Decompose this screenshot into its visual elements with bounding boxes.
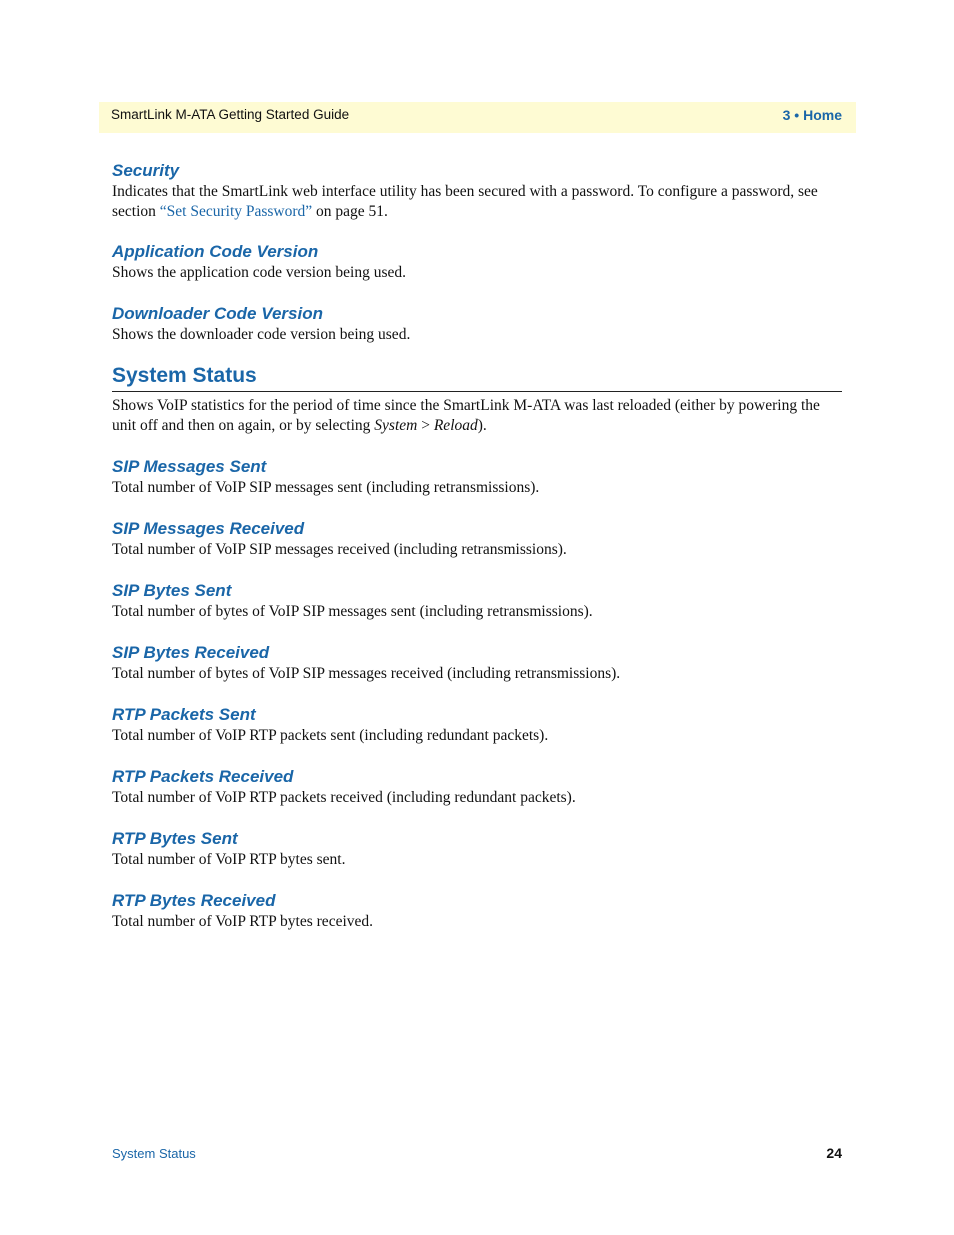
item-description: Total number of VoIP RTP bytes sent. (112, 851, 346, 868)
menu-reload: Reload (433, 417, 478, 434)
item-heading: RTP Bytes Sent (112, 829, 238, 848)
item-heading: SIP Bytes Sent (112, 581, 232, 600)
footer-section-name[interactable]: System Status (112, 1146, 196, 1161)
list-item: RTP Packets Received Total number of VoIP… (112, 766, 842, 808)
heading-rule (112, 391, 842, 392)
intro-text-after: ). (477, 417, 487, 434)
item-heading: SIP Bytes Received (112, 643, 270, 662)
statistics-list: SIP Messages Sent Total number of VoIP SI… (112, 456, 842, 932)
set-security-password-link[interactable]: “Set Security Password” (160, 203, 312, 220)
item-heading: SIP Messages Received (112, 519, 305, 538)
document-title: SmartLink M-ATA Getting Started Guide (111, 107, 350, 122)
list-item: RTP Bytes Sent Total number of VoIP RTP b… (112, 828, 842, 870)
list-item: RTP Packets Sent Total number of VoIP RTP… (112, 704, 842, 746)
security-description: Indicates that the SmartLink web interfa… (112, 182, 842, 222)
item-heading: SIP Messages Sent (112, 457, 267, 476)
item-description: Total number of VoIP SIP messages sent (… (112, 479, 540, 496)
item-description: Total number of bytes of VoIP SIP messag… (112, 665, 621, 682)
downloader-description: Shows the downloader code version being … (112, 326, 411, 343)
item-description: Total number of VoIP RTP packets receive… (112, 789, 576, 806)
heading-application-code-version: Application Code Version (112, 242, 319, 261)
heading-security: Security (112, 161, 180, 180)
system-status-intro: Shows VoIP statistics for the period of … (112, 396, 842, 436)
page-number: 24 (826, 1145, 842, 1161)
list-item: SIP Messages Received Total number of VoI… (112, 518, 842, 560)
list-item: SIP Bytes Sent Total number of bytes of V… (112, 580, 842, 622)
page-content: Security Indicates that the SmartLink we… (112, 160, 842, 932)
security-text-after: on page 51. (312, 203, 388, 220)
item-heading: RTP Packets Sent (112, 705, 256, 724)
list-item: SIP Bytes Received Total number of bytes … (112, 642, 842, 684)
item-description: Total number of VoIP RTP bytes received. (112, 913, 374, 930)
item-description: Total number of bytes of VoIP SIP messag… (112, 603, 593, 620)
menu-separator: > (417, 417, 434, 434)
heading-downloader-code-version: Downloader Code Version (112, 304, 323, 323)
running-header: SmartLink M-ATA Getting Started Guide 3 … (99, 102, 856, 133)
item-description: Total number of VoIP SIP messages receiv… (112, 541, 567, 558)
item-description: Total number of VoIP RTP packets sent (i… (112, 727, 549, 744)
list-item: SIP Messages Sent Total number of VoIP SI… (112, 456, 842, 498)
chapter-link[interactable]: 3 • Home (783, 107, 842, 123)
app-code-description: Shows the application code version being… (112, 264, 407, 281)
item-heading: RTP Packets Received (112, 767, 294, 786)
heading-system-status: System Status (112, 364, 257, 387)
list-item: RTP Bytes Received Total number of VoIP R… (112, 890, 842, 932)
menu-system: System (374, 417, 418, 434)
item-heading: RTP Bytes Received (112, 891, 276, 910)
